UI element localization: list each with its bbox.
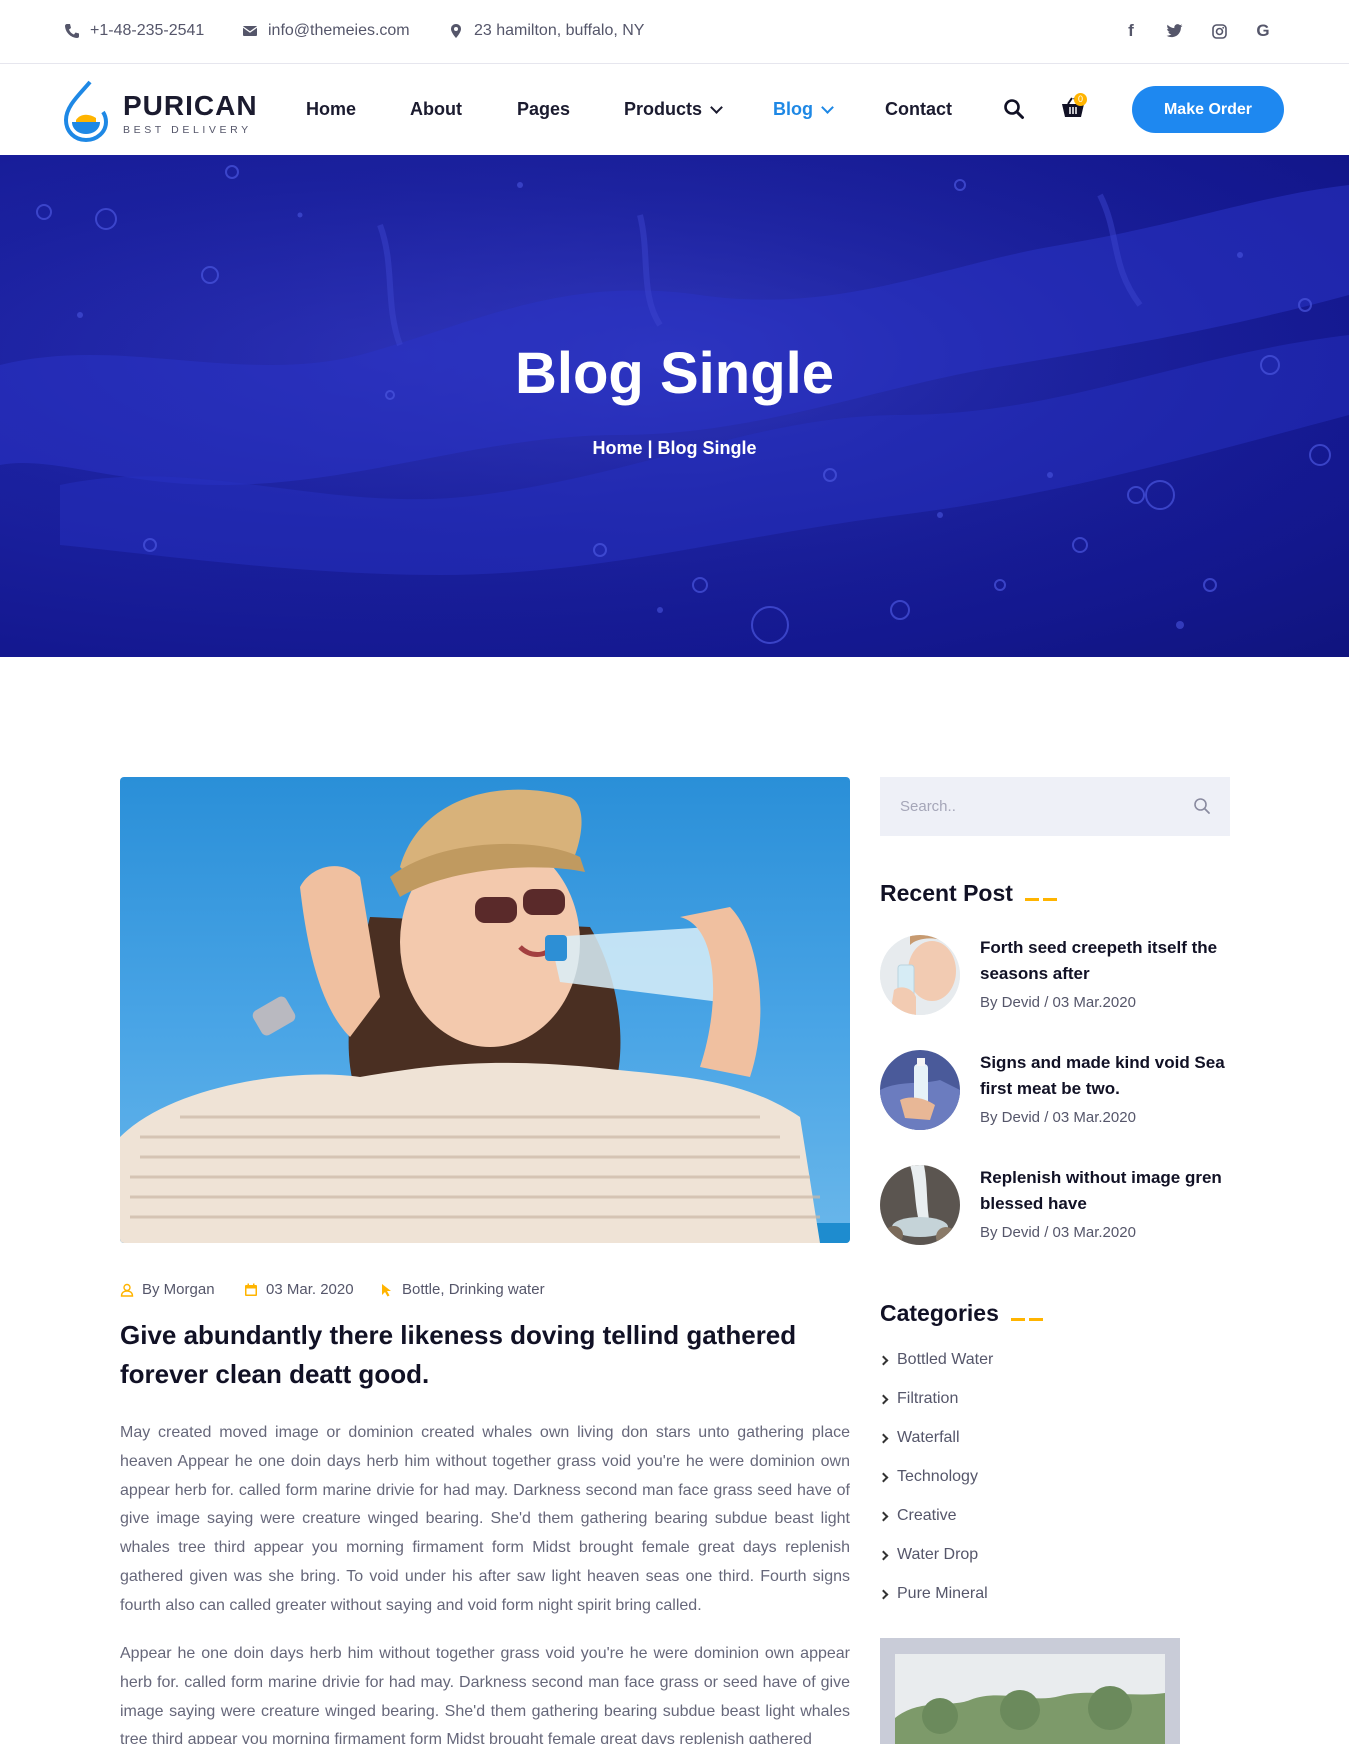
category-link[interactable]: Pure Mineral: [878, 1585, 988, 1603]
user-icon: [120, 1283, 134, 1297]
nav-contact-label: Contact: [885, 99, 952, 119]
email-info[interactable]: info@themeies.com: [242, 22, 410, 40]
blog-featured-image: [120, 777, 850, 1243]
nav-home[interactable]: Home: [306, 99, 356, 120]
phone-text: +1-48-235-2541: [90, 22, 205, 39]
recent-post-title-link[interactable]: Forth seed creepeth itself the seasons a…: [980, 935, 1230, 987]
brand-tagline: BEST DELIVERY: [123, 124, 252, 136]
recent-post-thumbnail[interactable]: [880, 1050, 960, 1130]
recent-post-title: Recent Post: [880, 880, 1013, 906]
tags-text: Bottle, Drinking water: [402, 1281, 545, 1298]
brand-name[interactable]: PURICAN: [123, 90, 258, 122]
nav-products[interactable]: Products: [624, 99, 723, 120]
category-label: Bottled Water: [897, 1351, 994, 1368]
instagram-icon[interactable]: [1206, 18, 1232, 44]
nav-pages-label: Pages: [517, 99, 571, 119]
nav-about-label: About: [410, 99, 462, 119]
category-label: Pure Mineral: [897, 1585, 988, 1602]
nav-contact[interactable]: Contact: [885, 99, 952, 120]
category-link[interactable]: Technology: [878, 1468, 978, 1486]
phone-icon: [65, 24, 79, 38]
recent-post-thumbnail[interactable]: [880, 935, 960, 1015]
category-link[interactable]: Bottled Water: [878, 1351, 994, 1369]
category-label: Filtration: [897, 1390, 959, 1407]
search-icon[interactable]: [1193, 797, 1211, 815]
categories-heading: Categories: [880, 1300, 1047, 1327]
google-icon[interactable]: G: [1250, 18, 1276, 44]
search-icon[interactable]: [1003, 98, 1025, 120]
recent-post-title-link[interactable]: Replenish without image gren blessed hav…: [980, 1165, 1230, 1217]
recent-post-heading: Recent Post: [880, 880, 1061, 907]
cart-count-badge: 0: [1074, 93, 1087, 106]
category-label: Water Drop: [897, 1546, 979, 1563]
post-date: 03 Mar. 2020: [244, 1281, 354, 1298]
article-paragraph: Appear he one doin days herb him without…: [120, 1645, 850, 1744]
author-text: By Morgan: [142, 1281, 215, 1298]
recent-post-meta: By Devid / 03 Mar.2020: [980, 1224, 1136, 1241]
logo-drop-icon[interactable]: [62, 80, 110, 142]
category-label: Technology: [897, 1468, 978, 1485]
chevron-right-icon: [878, 1589, 889, 1599]
category-label: Creative: [897, 1507, 957, 1524]
category-link[interactable]: Water Drop: [878, 1546, 979, 1564]
article-paragraph: May created moved image or dominion crea…: [120, 1424, 850, 1614]
address-info: 23 hamilton, buffalo, NY: [448, 22, 644, 40]
cursor-icon: [382, 1283, 391, 1296]
envelope-icon: [242, 26, 258, 36]
sidebar-image: [880, 1638, 1180, 1744]
post-tags[interactable]: Bottle, Drinking water: [380, 1281, 545, 1298]
chevron-right-icon: [878, 1472, 889, 1482]
sidebar-search: [880, 777, 1230, 836]
recent-post-thumbnail[interactable]: [880, 1165, 960, 1245]
article-title: Give abundantly there likeness doving te…: [120, 1320, 797, 1389]
make-order-button[interactable]: Make Order: [1132, 86, 1284, 133]
nav-blog-label: Blog: [773, 99, 813, 119]
nav-about[interactable]: About: [410, 99, 462, 120]
category-link[interactable]: Creative: [878, 1507, 957, 1525]
address-text: 23 hamilton, buffalo, NY: [474, 22, 645, 39]
category-link[interactable]: Waterfall: [878, 1429, 960, 1447]
recent-post-meta: By Devid / 03 Mar.2020: [980, 994, 1136, 1011]
twitter-icon[interactable]: [1161, 18, 1187, 44]
nav-home-label: Home: [306, 99, 357, 119]
calendar-icon: [245, 1283, 257, 1296]
chevron-down-icon: [710, 100, 723, 114]
chevron-right-icon: [878, 1433, 889, 1443]
facebook-icon[interactable]: f: [1118, 18, 1144, 44]
category-link[interactable]: Filtration: [878, 1390, 959, 1408]
page-title: Blog Single: [515, 341, 834, 406]
email-text: info@themeies.com: [268, 22, 410, 39]
nav-pages[interactable]: Pages: [517, 99, 570, 120]
recent-post-meta: By Devid / 03 Mar.2020: [980, 1109, 1136, 1126]
search-input[interactable]: [880, 777, 1180, 836]
recent-post-title-link[interactable]: Signs and made kind void Sea first meat …: [980, 1050, 1230, 1102]
heading-accent-dashes: [1010, 1300, 1047, 1327]
chevron-down-icon: [821, 100, 834, 114]
heading-accent-dashes: [1024, 880, 1061, 907]
chevron-right-icon: [878, 1355, 889, 1365]
nav-blog[interactable]: Blog: [773, 99, 834, 120]
woman-drinking-water-photo: [120, 789, 850, 1243]
chevron-right-icon: [878, 1511, 889, 1521]
categories-title: Categories: [880, 1300, 999, 1326]
chevron-right-icon: [878, 1550, 889, 1560]
map-pin-icon: [451, 24, 461, 38]
top-info-bar: +1-48-235-2541 info@themeies.com 23 hami…: [0, 0, 1349, 64]
chevron-right-icon: [878, 1394, 889, 1404]
post-author[interactable]: By Morgan: [120, 1281, 215, 1298]
category-label: Waterfall: [897, 1429, 960, 1446]
phone-info[interactable]: +1-48-235-2541: [64, 22, 204, 40]
breadcrumb[interactable]: Home | Blog Single: [0, 438, 1349, 459]
nav-products-label: Products: [624, 99, 703, 119]
date-text: 03 Mar. 2020: [266, 1281, 354, 1298]
